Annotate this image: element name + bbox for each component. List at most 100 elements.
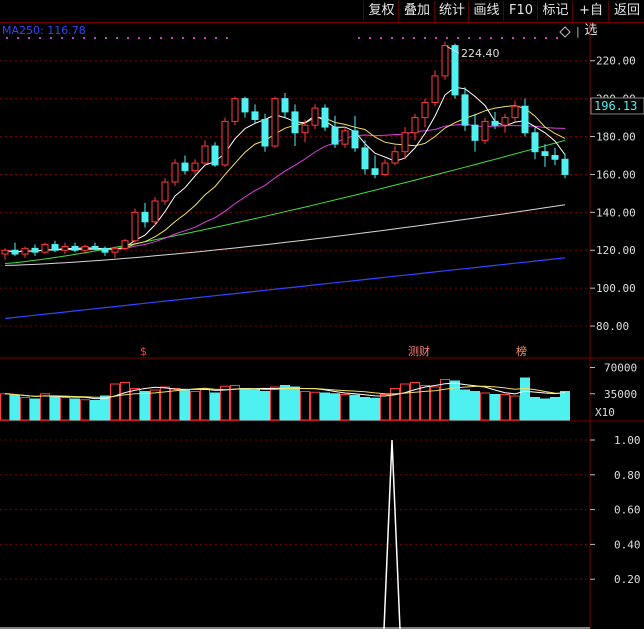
volume-bar[interactable] [520, 377, 530, 421]
candle-body[interactable] [501, 117, 509, 126]
diamond-icon[interactable] [559, 26, 571, 38]
candle-body[interactable] [351, 130, 359, 149]
candle-body[interactable] [81, 245, 89, 251]
candle-body[interactable] [541, 151, 549, 156]
volume-bar[interactable] [100, 395, 110, 421]
candle-body[interactable] [141, 211, 149, 223]
candle-body[interactable] [231, 98, 239, 122]
event-marker[interactable]: 榜 [516, 344, 527, 358]
candle-body[interactable] [1, 249, 9, 255]
candle-body[interactable] [471, 124, 479, 141]
candle-body[interactable] [441, 45, 449, 77]
volume-bar[interactable] [420, 385, 430, 421]
volume-bar[interactable] [310, 391, 320, 421]
volume-bar[interactable] [500, 394, 510, 421]
volume-bar[interactable] [230, 385, 240, 421]
candle-body[interactable] [161, 181, 169, 202]
candle-body[interactable] [21, 247, 29, 255]
candle-body[interactable] [31, 247, 39, 253]
volume-bar[interactable] [40, 393, 50, 421]
volume-bar[interactable] [470, 391, 480, 421]
volume-bar[interactable] [450, 380, 460, 421]
candle-body[interactable] [421, 101, 429, 119]
candle-body[interactable] [321, 107, 329, 128]
candle-body[interactable] [211, 145, 219, 166]
candle-body[interactable] [371, 168, 379, 175]
volume-bar[interactable] [260, 391, 270, 421]
volume-bar[interactable] [140, 391, 150, 421]
candle-body[interactable] [431, 75, 439, 103]
volume-bar[interactable] [460, 389, 470, 421]
candle-body[interactable] [181, 162, 189, 172]
volume-bar[interactable] [530, 397, 540, 421]
volume-bar[interactable] [340, 394, 350, 421]
candle-body[interactable] [131, 211, 139, 242]
candle-body[interactable] [551, 154, 559, 160]
volume-bar[interactable] [320, 392, 330, 421]
candle-body[interactable] [251, 111, 259, 120]
volume-bar[interactable] [170, 388, 180, 421]
candle-body[interactable] [531, 132, 539, 153]
stock-chart[interactable]: |220.00200.00180.00160.00140.00120.00100… [0, 0, 644, 629]
volume-bar[interactable] [280, 385, 290, 421]
candle-body[interactable] [201, 145, 209, 164]
volume-bar[interactable] [110, 383, 120, 421]
event-marker[interactable]: 测财 [408, 344, 430, 358]
volume-bar[interactable] [510, 395, 520, 421]
candle-body[interactable] [91, 245, 99, 249]
candle-body[interactable] [491, 120, 499, 126]
candle-body[interactable] [411, 117, 419, 134]
volume-bar[interactable] [60, 397, 70, 421]
volume-bar[interactable] [80, 399, 90, 421]
candle-body[interactable] [121, 240, 129, 249]
volume-bar[interactable] [150, 389, 160, 421]
volume-bar[interactable] [300, 391, 310, 421]
candle-body[interactable] [71, 245, 79, 251]
volume-bar[interactable] [270, 386, 280, 421]
volume-bar[interactable] [400, 383, 410, 421]
volume-bar[interactable] [20, 397, 30, 421]
volume-bar[interactable] [90, 400, 100, 421]
candle-body[interactable] [241, 98, 249, 113]
volume-bar[interactable] [480, 392, 490, 421]
event-marker[interactable]: $ [140, 345, 147, 358]
candle-body[interactable] [61, 245, 69, 251]
candle-body[interactable] [511, 105, 519, 119]
volume-bar[interactable] [550, 397, 560, 421]
volume-bar[interactable] [560, 391, 570, 421]
candle-body[interactable] [11, 249, 19, 255]
volume-bar[interactable] [220, 385, 230, 421]
candle-body[interactable] [221, 120, 229, 166]
candle-body[interactable] [381, 162, 389, 175]
volume-bar[interactable] [30, 398, 40, 421]
candle-body[interactable] [451, 45, 459, 96]
volume-bar[interactable] [190, 391, 200, 421]
candle-body[interactable] [101, 247, 109, 253]
volume-bar[interactable] [490, 394, 500, 421]
candle-body[interactable] [361, 147, 369, 170]
candle-body[interactable] [51, 244, 59, 251]
volume-bar[interactable] [350, 394, 360, 421]
volume-bar[interactable] [250, 389, 260, 421]
volume-bar[interactable] [380, 394, 390, 421]
candle-body[interactable] [151, 200, 159, 223]
candle-body[interactable] [191, 162, 199, 172]
volume-bar[interactable] [0, 393, 10, 421]
candle-body[interactable] [481, 120, 489, 141]
candle-body[interactable] [41, 244, 49, 253]
volume-bar[interactable] [330, 393, 340, 421]
volume-bar[interactable] [10, 394, 20, 421]
volume-bar[interactable] [430, 386, 440, 421]
volume-bar[interactable] [540, 398, 550, 421]
volume-bar[interactable] [210, 392, 220, 421]
volume-bar[interactable] [200, 388, 210, 421]
candle-body[interactable] [281, 98, 289, 113]
candle-body[interactable] [171, 162, 179, 183]
candle-body[interactable] [401, 132, 409, 153]
volume-bar[interactable] [120, 382, 130, 421]
volume-bar[interactable] [180, 389, 190, 421]
candle-body[interactable] [561, 158, 569, 175]
candle-body[interactable] [261, 118, 269, 147]
candle-body[interactable] [111, 247, 119, 253]
candle-body[interactable] [301, 124, 309, 134]
